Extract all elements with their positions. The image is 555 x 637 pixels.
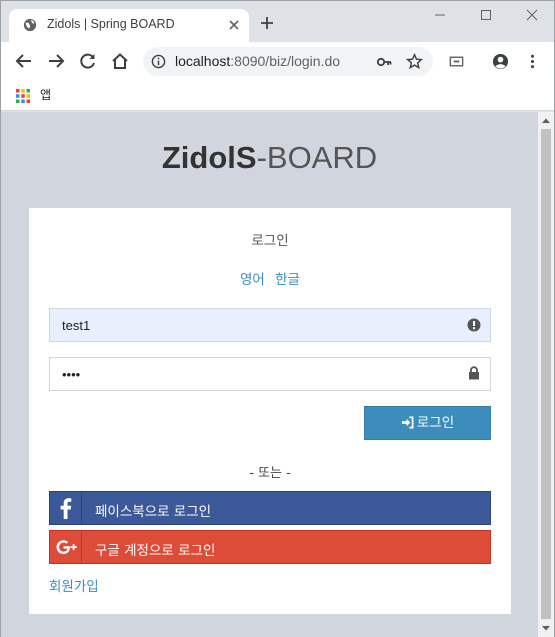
info-icon[interactable] — [151, 54, 166, 69]
login-button-label: 로그인 — [416, 415, 455, 431]
lock-icon — [469, 366, 479, 380]
profile-icon[interactable] — [492, 53, 509, 70]
close-tab-icon[interactable] — [227, 18, 241, 32]
exclamation-icon — [467, 318, 481, 332]
globe-icon — [23, 18, 37, 32]
language-switcher: 영어 한글 — [29, 268, 511, 288]
address-bar[interactable]: localhost:8090/biz/login.do — [143, 47, 433, 76]
url-path: :8090/biz/login.do — [230, 53, 341, 69]
cast-icon[interactable] — [448, 53, 465, 70]
bookmarks-bar: 앱 — [1, 80, 554, 111]
home-icon[interactable] — [111, 52, 129, 70]
scrollbar-thumb[interactable] — [541, 129, 551, 619]
user-id-input[interactable] — [49, 308, 491, 342]
url-host: localhost — [175, 53, 231, 69]
site-logo: ZidolS-BOARD — [1, 140, 538, 176]
login-card: 로그인 영어 한글 로그인 - 또는 - — [29, 208, 511, 614]
signup-link[interactable]: 회원가입 — [49, 575, 99, 595]
google-plus-icon — [50, 531, 82, 563]
facebook-login-label: 페이스북으로 로그인 — [95, 504, 212, 520]
apps-bookmark-label[interactable]: 앱 — [40, 86, 51, 103]
page-viewport: ZidolS-BOARD 로그인 영어 한글 test1 •••• 로그인 - … — [1, 112, 538, 637]
google-login-button[interactable]: 구글 계정으로 로그인 — [49, 530, 491, 564]
logo-light-text: -BOARD — [256, 140, 378, 175]
password-input[interactable] — [49, 357, 491, 391]
key-icon[interactable] — [376, 54, 392, 70]
apps-grid-icon[interactable] — [16, 89, 30, 103]
vertical-scrollbar[interactable] — [538, 112, 554, 637]
google-login-label: 구글 계정으로 로그인 — [95, 543, 216, 559]
url-text: localhost:8090/biz/login.do — [175, 53, 340, 69]
back-arrow-icon[interactable] — [15, 52, 33, 70]
tab-strip: Zidols | Spring BOARD — [1, 1, 554, 42]
sign-in-icon — [401, 416, 414, 429]
scroll-up-arrow-icon[interactable] — [542, 117, 550, 125]
tab-title: Zidols | Spring BOARD — [47, 17, 175, 31]
close-window-icon[interactable] — [524, 7, 540, 23]
facebook-icon — [50, 492, 82, 524]
scroll-down-arrow-icon[interactable] — [542, 624, 550, 632]
logo-bold-text: ZidolS — [161, 140, 257, 175]
browser-toolbar: localhost:8090/biz/login.do — [1, 42, 554, 80]
reload-icon[interactable] — [79, 52, 97, 70]
minimize-icon[interactable] — [432, 7, 448, 23]
star-bookmark-icon[interactable] — [406, 53, 423, 70]
login-title: 로그인 — [251, 233, 289, 249]
maximize-icon[interactable] — [478, 7, 494, 23]
login-button[interactable]: 로그인 — [364, 406, 491, 440]
browser-tab[interactable]: Zidols | Spring BOARD — [9, 9, 249, 42]
lang-korean-link[interactable]: 한글 — [275, 272, 300, 288]
menu-kebab-icon[interactable] — [524, 53, 541, 70]
facebook-login-button[interactable]: 페이스북으로 로그인 — [49, 491, 491, 525]
lang-english-link[interactable]: 영어 — [240, 272, 265, 288]
new-tab-icon[interactable] — [259, 15, 275, 31]
browser-window: Zidols | Spring BOARD localhost:8090/biz… — [0, 0, 555, 637]
or-divider: - 또는 - — [249, 466, 291, 481]
forward-arrow-icon[interactable] — [47, 52, 65, 70]
